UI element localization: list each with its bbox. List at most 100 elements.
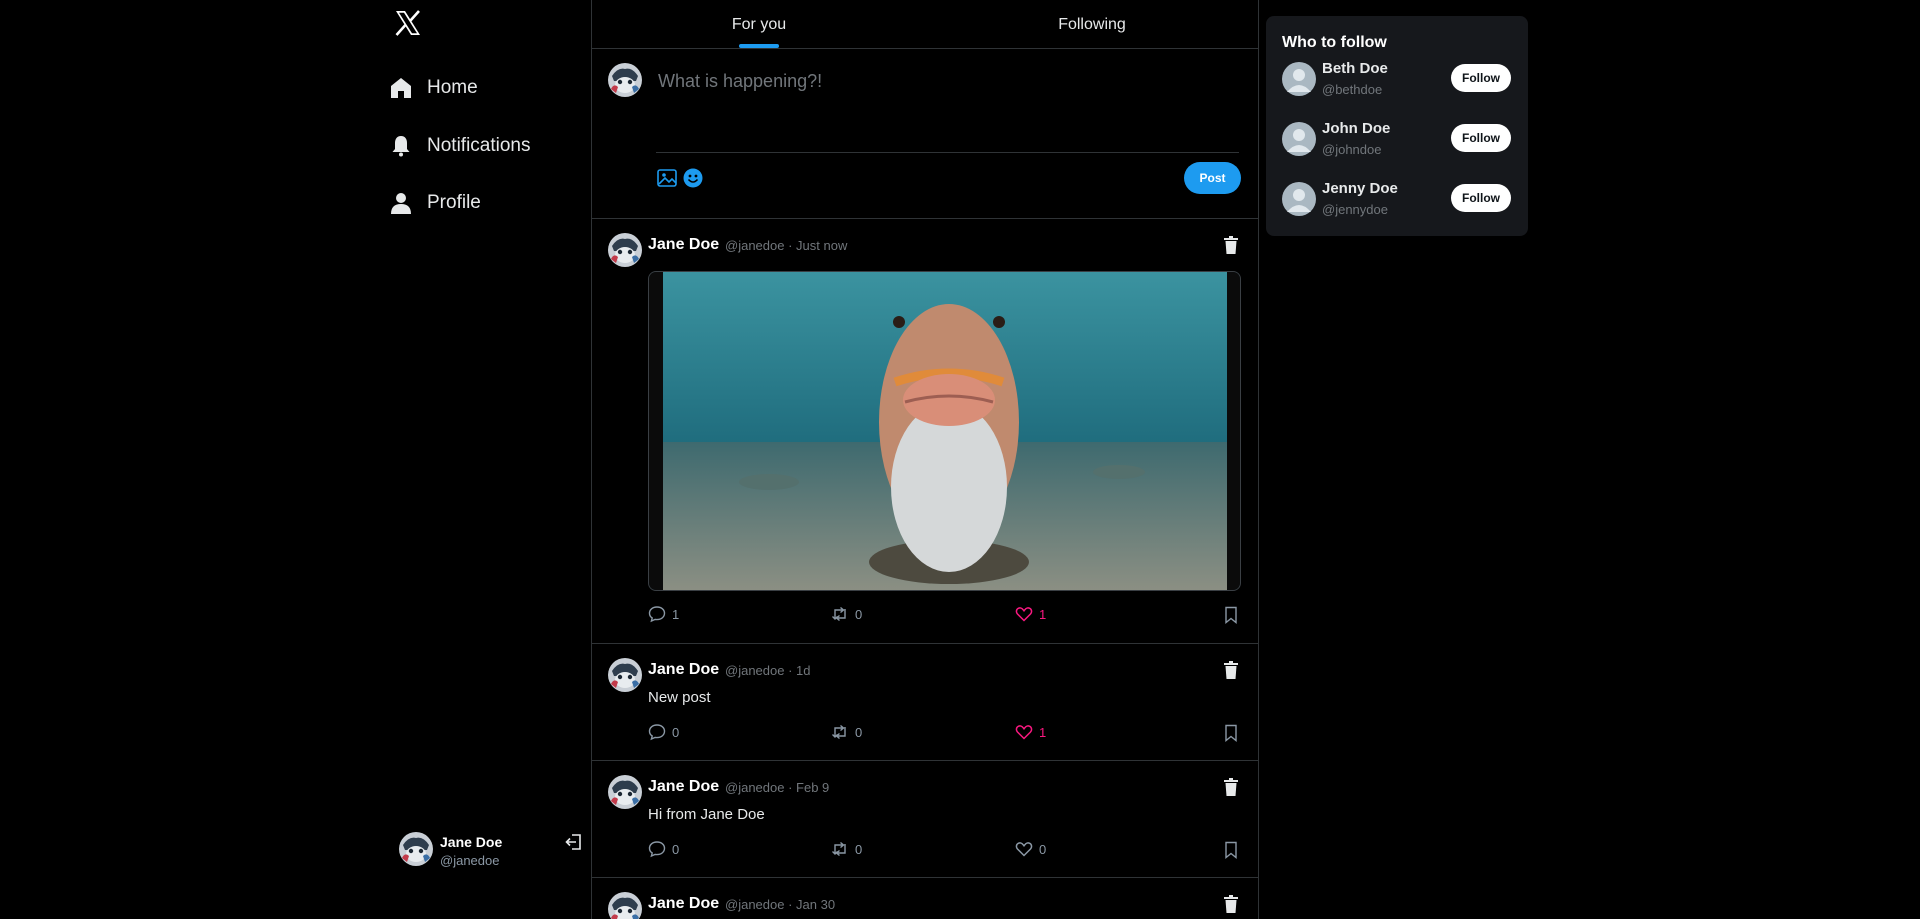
bookmark-icon[interactable] bbox=[1223, 841, 1239, 859]
bookmark-icon[interactable] bbox=[1223, 724, 1239, 742]
tab-for-you[interactable]: For you bbox=[592, 0, 926, 48]
reply-button[interactable]: 0 bbox=[648, 723, 679, 741]
repost-button[interactable]: 0 bbox=[831, 840, 862, 858]
trash-icon[interactable] bbox=[1223, 895, 1239, 913]
avatar bbox=[608, 892, 642, 919]
nav-home-label: Home bbox=[427, 77, 478, 98]
post-time: Jan 30 bbox=[796, 897, 836, 912]
post-author[interactable]: Jane Doe bbox=[648, 236, 719, 254]
image-icon[interactable] bbox=[656, 167, 678, 189]
home-icon bbox=[391, 78, 411, 98]
post-time: Feb 9 bbox=[796, 780, 830, 795]
repost-button[interactable]: 0 bbox=[831, 723, 862, 741]
nav-notifications-label: Notifications bbox=[427, 135, 531, 156]
nav-profile-label: Profile bbox=[427, 192, 481, 213]
tab-following[interactable]: Following bbox=[926, 0, 1258, 48]
emoji-icon[interactable] bbox=[682, 167, 704, 189]
comment-icon bbox=[648, 841, 666, 858]
repost-icon bbox=[832, 724, 846, 740]
suggested-user[interactable]: John Doe @johndoe Follow bbox=[1266, 118, 1528, 166]
post-author[interactable]: Jane Doe bbox=[648, 778, 719, 796]
logout-icon[interactable] bbox=[564, 832, 584, 852]
post-time: 1d bbox=[796, 663, 811, 678]
repost-count: 0 bbox=[855, 724, 863, 740]
bookmark-icon[interactable] bbox=[1223, 606, 1239, 624]
post-author[interactable]: Jane Doe bbox=[648, 895, 719, 913]
post[interactable]: Jane Doe @janedoe · Just now 1 0 1 bbox=[592, 219, 1258, 644]
post-meta: @janedoe · 1d bbox=[725, 663, 811, 678]
nav-notifications[interactable]: Notifications bbox=[389, 126, 531, 166]
fish-image bbox=[649, 272, 1240, 590]
like-count: 1 bbox=[1039, 606, 1047, 622]
avatar bbox=[608, 233, 642, 267]
person-icon bbox=[391, 193, 411, 214]
compose-box: Post bbox=[592, 49, 1258, 219]
post-meta: @janedoe · Feb 9 bbox=[725, 780, 830, 795]
repost-button[interactable]: 0 bbox=[831, 605, 862, 623]
like-count: 0 bbox=[1039, 841, 1047, 857]
follow-button[interactable]: Follow bbox=[1451, 64, 1511, 92]
comment-icon bbox=[648, 724, 666, 741]
repost-icon bbox=[832, 841, 846, 857]
account-handle: @janedoe bbox=[440, 853, 500, 868]
heart-icon bbox=[1015, 842, 1033, 857]
post-meta: @janedoe · Just now bbox=[725, 238, 848, 253]
suggested-user-handle: @bethdoe bbox=[1322, 82, 1383, 97]
post-handle: @janedoe bbox=[725, 663, 785, 678]
post-handle: @janedoe bbox=[725, 780, 785, 795]
left-sidebar: Home Notifications Profile Jane Doe @jan… bbox=[389, 0, 591, 919]
avatar bbox=[399, 832, 433, 866]
like-button[interactable]: 1 bbox=[1015, 605, 1046, 623]
trash-icon[interactable] bbox=[1223, 236, 1239, 254]
suggested-user[interactable]: Jenny Doe @jennydoe Follow bbox=[1266, 178, 1528, 226]
follow-button[interactable]: Follow bbox=[1451, 124, 1511, 152]
trash-icon[interactable] bbox=[1223, 661, 1239, 679]
who-to-follow-title: Who to follow bbox=[1282, 34, 1387, 51]
post-text: Hi from Jane Doe bbox=[648, 806, 765, 823]
bell-icon bbox=[392, 136, 410, 157]
post[interactable]: Jane Doe @janedoe · 1d New post 0 0 1 bbox=[592, 644, 1258, 761]
suggested-user-handle: @johndoe bbox=[1322, 142, 1382, 157]
suggested-user-name: John Doe bbox=[1322, 120, 1391, 137]
reply-count: 1 bbox=[672, 606, 680, 622]
like-button[interactable]: 0 bbox=[1015, 840, 1046, 858]
like-count: 1 bbox=[1039, 724, 1047, 740]
timeline-tabs: For you Following bbox=[592, 0, 1258, 49]
follow-button[interactable]: Follow bbox=[1451, 184, 1511, 212]
heart-icon bbox=[1015, 607, 1033, 622]
suggested-user-name: Jenny Doe bbox=[1322, 180, 1398, 197]
heart-icon bbox=[1015, 725, 1033, 740]
comment-icon bbox=[648, 606, 666, 623]
reply-button[interactable]: 1 bbox=[648, 605, 679, 623]
reply-count: 0 bbox=[672, 841, 680, 857]
reply-count: 0 bbox=[672, 724, 680, 740]
timeline: For you Following Post Jane Doe @janedoe… bbox=[591, 0, 1259, 919]
repost-count: 0 bbox=[855, 841, 863, 857]
account-switcher[interactable]: Jane Doe @janedoe bbox=[399, 828, 581, 872]
avatar bbox=[608, 63, 642, 97]
post-media[interactable] bbox=[648, 271, 1241, 591]
post-handle: @janedoe bbox=[725, 897, 785, 912]
trash-icon[interactable] bbox=[1223, 778, 1239, 796]
reply-button[interactable]: 0 bbox=[648, 840, 679, 858]
repost-count: 0 bbox=[855, 606, 863, 622]
compose-input[interactable] bbox=[656, 69, 1240, 153]
nav-home[interactable]: Home bbox=[389, 68, 478, 108]
active-tab-indicator bbox=[739, 44, 779, 48]
post[interactable]: Jane Doe @janedoe · Jan 30 bbox=[592, 878, 1258, 919]
suggested-user[interactable]: Beth Doe @bethdoe Follow bbox=[1266, 58, 1528, 106]
post-button[interactable]: Post bbox=[1184, 162, 1241, 194]
nav-profile[interactable]: Profile bbox=[389, 183, 481, 223]
account-name: Jane Doe bbox=[440, 834, 503, 850]
x-logo-icon[interactable] bbox=[393, 8, 423, 38]
compose-divider bbox=[656, 152, 1239, 153]
post-author[interactable]: Jane Doe bbox=[648, 661, 719, 679]
default-avatar-icon bbox=[1282, 122, 1316, 156]
post[interactable]: Jane Doe @janedoe · Feb 9 Hi from Jane D… bbox=[592, 761, 1258, 878]
default-avatar-icon bbox=[1282, 182, 1316, 216]
avatar bbox=[608, 775, 642, 809]
suggested-user-name: Beth Doe bbox=[1322, 60, 1388, 77]
post-meta: @janedoe · Jan 30 bbox=[725, 897, 836, 912]
like-button[interactable]: 1 bbox=[1015, 723, 1046, 741]
repost-icon bbox=[832, 606, 846, 622]
